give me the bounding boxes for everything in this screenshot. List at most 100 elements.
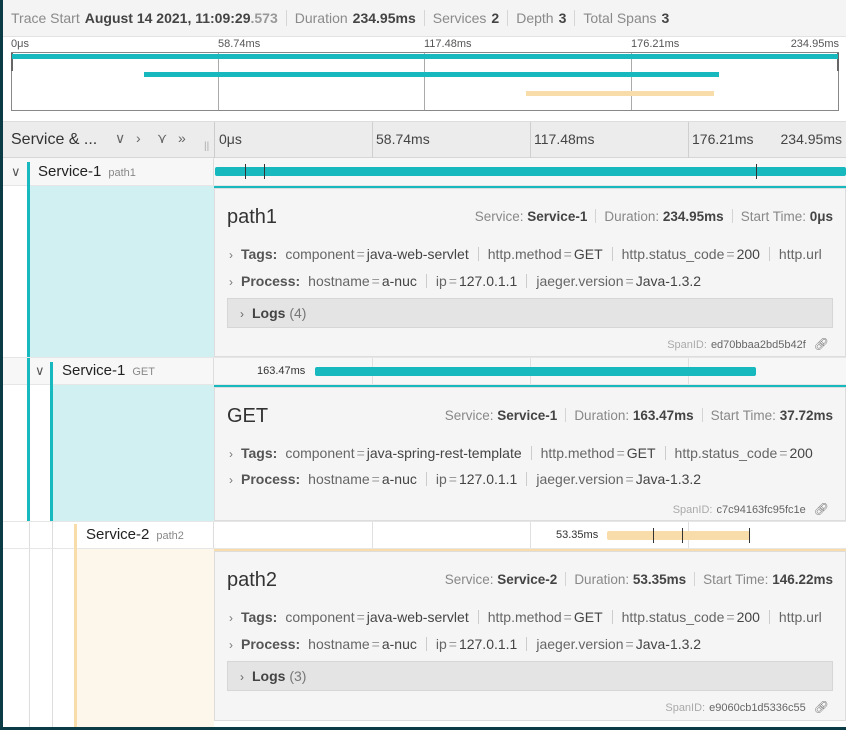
span-timeline-cell[interactable] <box>215 158 846 185</box>
span-id: SpanID: e9060cb1d5336c55 🔗︎ <box>665 700 829 714</box>
log-marker[interactable] <box>653 528 654 543</box>
chevron-right-icon[interactable]: › <box>229 638 233 652</box>
minimap-tick-label: 117.48ms <box>424 38 472 50</box>
span-row[interactable]: ∨ Service-1 GET 163.47ms <box>3 357 846 386</box>
span-tags-summary[interactable]: › Tags: component = java-web-servlet http.met… <box>229 246 833 262</box>
link-icon[interactable]: 🔗︎ <box>814 337 829 351</box>
chevron-right-icon[interactable]: › <box>136 130 141 146</box>
divider <box>507 10 509 26</box>
column-resize-handle[interactable]: || <box>204 141 209 152</box>
span-duration-bar[interactable] <box>315 367 756 376</box>
timeline-tick-label: 58.74ms <box>376 131 430 147</box>
span-detail-title: path2 <box>227 569 278 591</box>
log-marker[interactable] <box>756 164 757 179</box>
timeline-gridline <box>530 522 531 548</box>
span-detail-gutter <box>77 549 214 727</box>
span-timeline-cell[interactable]: 53.35ms <box>215 522 846 548</box>
timeline-column-header: Service & ... ∨ › ⋎ » || 0μs 58.74ms 117… <box>3 121 846 158</box>
span-row[interactable]: Service-2 path2 53.35ms <box>3 521 846 550</box>
minimap-span-bar <box>144 72 719 77</box>
span-id: SpanID: ed70bbaa2bd5b42f 🔗︎ <box>667 337 829 351</box>
divider <box>423 10 425 26</box>
span-logs-toggle[interactable]: › Logs (4) <box>227 298 833 328</box>
chevron-down-icon[interactable]: ∨ <box>115 130 125 147</box>
chevron-right-icon[interactable]: › <box>229 275 233 289</box>
minimap-span-bar <box>526 91 714 96</box>
span-name-cell[interactable]: Service-2 path2 <box>3 522 214 550</box>
double-chevron-down-icon[interactable]: ⋎ <box>157 130 167 147</box>
timeline-gridline <box>372 522 373 548</box>
chevron-down-icon[interactable]: ∨ <box>35 363 45 379</box>
service-color-indicator <box>27 385 30 521</box>
trace-duration: Duration 234.95ms <box>294 10 416 26</box>
span-duration-label: 163.47ms <box>257 365 306 377</box>
span-tags-summary[interactable]: › Tags: component = java-spring-rest-templat… <box>229 445 833 461</box>
chevron-right-icon[interactable]: › <box>229 447 233 461</box>
timeline-tick-label: 176.21ms <box>692 131 754 147</box>
span-row[interactable]: ∨ Service-1 path1 <box>3 158 846 186</box>
chevron-right-icon: › <box>240 307 244 321</box>
minimap-canvas[interactable] <box>11 52 839 111</box>
log-marker[interactable] <box>682 528 683 543</box>
trace-total-spans: Total Spans 3 <box>583 10 670 26</box>
span-detail-panel: path2 Service: Service-2 Duration: 53.35m… <box>214 551 846 721</box>
span-process-summary[interactable]: › Process: hostname = a-nuc ip = 127.0.1.1 jaege… <box>229 636 833 652</box>
span-detail-row: path2 Service: Service-2 Duration: 53.35m… <box>3 549 846 727</box>
span-name-cell[interactable]: ∨ Service-1 path1 <box>3 158 214 186</box>
span-service-name[interactable]: Service-2 path2 <box>86 526 184 543</box>
chevron-right-icon[interactable]: › <box>229 473 233 487</box>
span-detail-panel: GET Service: Service-1 Duration: 163.47ms… <box>214 387 846 521</box>
link-icon[interactable]: 🔗︎ <box>814 700 829 714</box>
span-process-summary[interactable]: › Process: hostname = a-nuc ip = 127.0.1.1 jaege… <box>229 273 833 289</box>
span-duration-bar[interactable] <box>607 531 750 540</box>
link-icon[interactable]: 🔗︎ <box>814 502 829 516</box>
column-divider[interactable] <box>214 122 215 158</box>
chevron-right-icon[interactable]: › <box>229 248 233 262</box>
trace-minimap[interactable]: 0μs 58.74ms 117.48ms 176.21ms 234.95ms <box>11 38 839 112</box>
span-detail-gutter <box>30 186 214 357</box>
span-detail-row: GET Service: Service-1 Duration: 163.47ms… <box>3 385 846 521</box>
indent-guide <box>29 549 30 727</box>
span-duration-bar[interactable] <box>215 167 846 176</box>
indent-guide <box>52 522 53 548</box>
chevron-right-icon[interactable]: › <box>229 611 233 625</box>
service-color-indicator <box>74 524 77 550</box>
span-name-cell[interactable]: ∨ Service-1 GET <box>3 358 214 386</box>
chevron-down-icon[interactable]: ∨ <box>11 164 21 180</box>
indent-guide <box>52 549 53 727</box>
minimap-tick-label: 58.74ms <box>218 38 261 50</box>
double-chevron-right-icon[interactable]: » <box>178 130 186 146</box>
span-timeline-cell[interactable]: 163.47ms <box>215 358 846 384</box>
span-detail-meta: Service: Service-1 Duration: 234.95ms Star… <box>474 209 833 224</box>
span-detail-gutter <box>53 385 214 521</box>
timeline-tick-label: 0μs <box>219 131 242 147</box>
minimap-span-bar <box>12 54 838 59</box>
span-detail-title: GET <box>227 405 269 427</box>
span-service-name[interactable]: Service-1 GET <box>62 362 155 379</box>
span-operation-name: path2 <box>156 530 184 542</box>
minimap-tick-label: 0μs <box>11 38 29 50</box>
service-color-indicator <box>27 162 30 186</box>
span-operation-name: path1 <box>108 167 136 179</box>
span-detail-panel: path1 Service: Service-1 Duration: 234.95… <box>214 188 846 357</box>
trace-start: Trace Start August 14 2021, 11:09:29.573 <box>11 10 278 26</box>
trace-summary-header: Trace Start August 14 2021, 11:09:29.573… <box>3 0 846 37</box>
span-duration-label: 53.35ms <box>556 529 599 541</box>
log-marker[interactable] <box>749 528 750 543</box>
trace-depth: Depth 3 <box>516 10 567 26</box>
divider <box>574 10 576 26</box>
span-id: SpanID: c7c94163fc95fc1e 🔗︎ <box>672 502 829 516</box>
divider <box>285 10 287 26</box>
service-operation-header: Service & ... <box>11 131 98 148</box>
span-tags-summary[interactable]: › Tags: component = java-web-servlet http.met… <box>229 609 833 625</box>
minimap-tick-label: 234.95ms <box>790 38 839 50</box>
log-marker[interactable] <box>245 164 246 179</box>
minimap-tick-label: 176.21ms <box>631 38 680 50</box>
log-marker[interactable] <box>264 164 265 179</box>
span-process-summary[interactable]: › Process: hostname = a-nuc ip = 127.0.1.1 jaege… <box>229 471 833 487</box>
span-detail-meta: Service: Service-1 Duration: 163.47ms Star… <box>444 408 833 423</box>
timeline-gridline <box>530 122 531 158</box>
span-service-name[interactable]: Service-1 path1 <box>38 163 136 180</box>
span-detail-title: path1 <box>227 206 278 228</box>
span-logs-toggle[interactable]: › Logs (3) <box>227 661 833 691</box>
